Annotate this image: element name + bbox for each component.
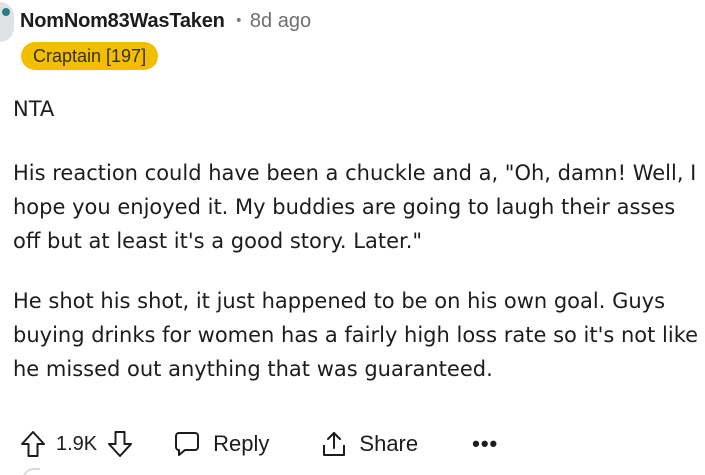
comment-paragraph: He shot his shot, it just happened to be… xyxy=(13,289,699,381)
timestamp[interactable]: 8d ago xyxy=(250,10,311,33)
vote-count: 1.9K xyxy=(56,432,98,455)
comment-body: NTA His reaction could have been a chuck… xyxy=(13,92,703,386)
user-flair: Craptain [197] xyxy=(21,42,159,70)
avatar[interactable] xyxy=(0,2,14,42)
share-button[interactable]: Share xyxy=(321,430,418,458)
comment-paragraph: NTA xyxy=(13,97,55,121)
comment-paragraph: His reaction could have been a chuckle a… xyxy=(13,161,697,253)
share-label: Share xyxy=(359,431,419,456)
thread-line xyxy=(22,468,40,475)
share-icon xyxy=(321,430,347,458)
more-options-button[interactable]: ••• xyxy=(472,431,498,457)
reply-button[interactable]: Reply xyxy=(173,430,269,458)
username[interactable]: NomNom83WasTaken xyxy=(20,10,225,33)
comment-header: NomNom83WasTaken • 8d ago xyxy=(20,8,311,34)
comment-bubble-icon xyxy=(173,430,201,458)
ellipsis-icon: ••• xyxy=(472,431,499,456)
upvote-arrow-icon[interactable] xyxy=(20,430,46,458)
meta-separator: • xyxy=(234,13,243,29)
comment-action-bar: 1.9K Reply Share ••• xyxy=(20,424,498,464)
downvote-arrow-icon[interactable] xyxy=(107,430,133,458)
reply-label: Reply xyxy=(213,431,270,456)
